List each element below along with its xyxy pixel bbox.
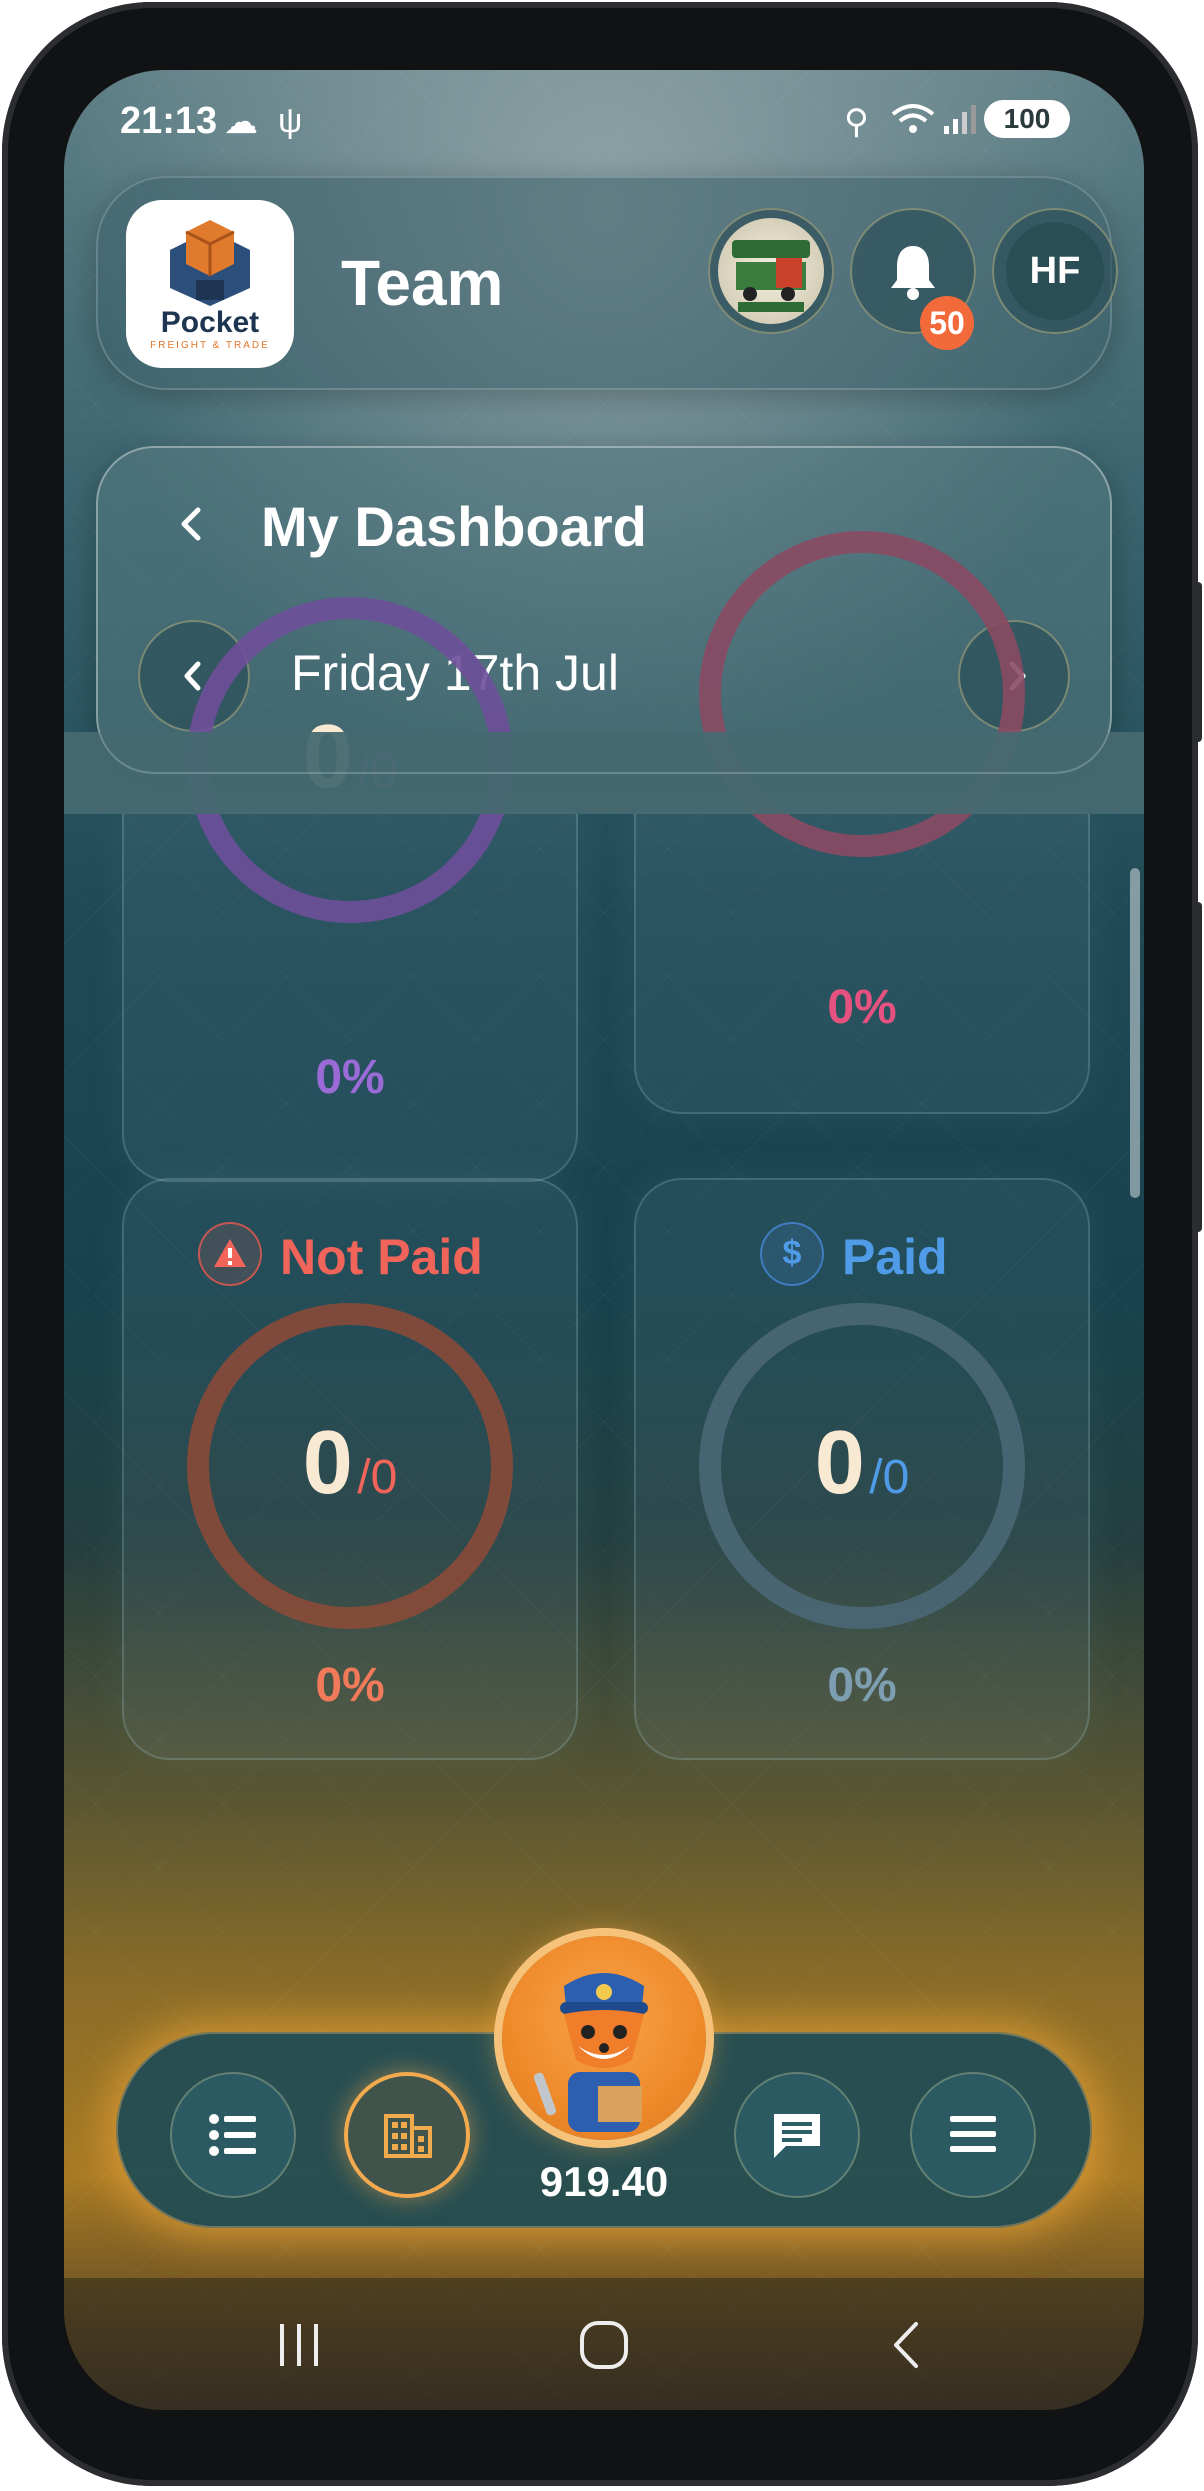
chat-icon [774,2114,820,2158]
screen: 21:13 ☁ ψ ⚲ 100 Pocket FREIGHT & TRADE T… [64,70,1144,2410]
menu-button[interactable] [910,2072,1036,2198]
phone-frame: 21:13 ☁ ψ ⚲ 100 Pocket FREIGHT & TRADE T… [2,2,1202,2486]
warning-icon [198,1222,262,1286]
fox-mascot-icon [533,1973,648,2132]
cloud-icon: ☁ [224,103,258,141]
notification-badge: 50 [920,296,974,350]
list-icon [209,2114,256,2156]
dashboard-header-outline [96,446,1112,774]
signal-icon [942,102,976,145]
stat-card[interactable]: 0% [634,531,1090,1114]
ring-total: /0 [869,1451,910,1504]
not-paid-label: Not Paid [280,1229,483,1285]
app-header: Pocket FREIGHT & TRADE Team 50 HF [96,176,1118,390]
chat-button[interactable] [734,2072,860,2198]
battery-icon: 100 [984,100,1070,138]
list-button[interactable] [170,2072,296,2198]
not-paid-card[interactable]: Not Paid 0 /0 0% [122,1178,578,1760]
status-time: 21:13 [120,100,218,142]
system-navigation-bar [64,2278,1144,2410]
logo-title: Pocket [160,306,260,339]
home-icon[interactable] [576,2320,632,2370]
mascot-avatar-button[interactable] [502,1936,706,2140]
company-logo [718,218,824,324]
power-button [1194,902,1202,1232]
bell-icon [891,246,935,300]
stat-card[interactable]: 0 /0 0% [122,597,578,1182]
points-score: 919.40 [539,2158,669,2205]
stat-percent: 0% [827,981,897,1034]
page-title: Team [341,247,504,319]
location-icon: ⚲ [844,103,869,141]
usb-icon: ψ [278,102,303,140]
wifi-icon [890,102,936,145]
stat-percent: 0% [315,1659,385,1712]
paid-header: $ Paid [634,1214,1090,1286]
paid-card[interactable]: $ Paid 0 /0 0% [634,1178,1090,1760]
ring-count: 0 [302,1413,353,1513]
building-icon [384,2114,432,2158]
dollar-icon: $ [760,1222,824,1286]
ring-count: 0 [814,1413,865,1513]
volume-button [1194,582,1202,742]
battery-level: 100 [1003,103,1051,134]
ring-value: 0 /0 [180,1412,520,1515]
back-icon[interactable] [886,2318,926,2372]
pocket-box-icon [170,220,250,306]
ring-total: /0 [357,1451,398,1504]
recent-apps-icon[interactable] [274,2320,324,2370]
company-avatar-button[interactable] [708,208,834,334]
status-bar: 21:13 ☁ ψ ⚲ 100 [64,92,1144,152]
scrollbar[interactable] [1130,868,1140,1198]
user-avatar-button[interactable]: HF [992,208,1118,334]
company-button[interactable] [344,2072,470,2198]
user-initials: HF [1006,222,1104,320]
ring-value: 0 /0 [692,1412,1032,1515]
stat-percent: 0% [827,1659,897,1712]
logo-subtitle: FREIGHT & TRADE [150,340,270,351]
not-paid-header: Not Paid [122,1214,578,1286]
stat-percent: 0% [315,1051,385,1104]
app-logo[interactable]: Pocket FREIGHT & TRADE [126,200,294,368]
menu-icon [950,2116,996,2152]
paid-label: Paid [842,1229,948,1285]
